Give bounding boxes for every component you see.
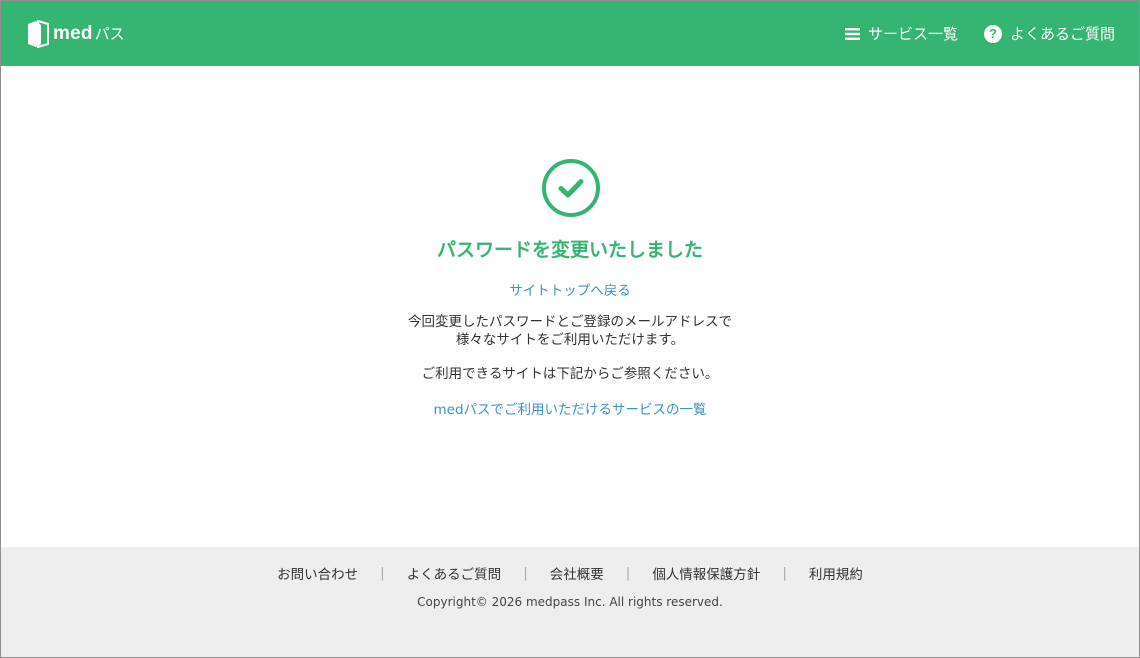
message-paragraph-2: ご利用できるサイトは下記からご参照ください。: [421, 366, 719, 382]
footer-links: お問い合わせ | よくあるご質問 | 会社概要 | 個人情報保護方針 | 利用規…: [1, 563, 1139, 583]
site-header: med パス サービス一覧 ? よくあるご質問: [1, 1, 1139, 66]
footer-link-company[interactable]: 会社概要: [550, 563, 604, 583]
footer-separator: |: [380, 565, 385, 581]
nav-faq-link[interactable]: ? よくあるご質問: [983, 23, 1115, 44]
logo-med-text: med: [53, 22, 93, 44]
message-paragraph-1: 今回変更したパスワードとご登録のメールアドレスで 様々なサイトをご利用いただけま…: [1, 313, 1139, 349]
medpass-logo[interactable]: med パス: [27, 19, 125, 48]
nav-faq-label: よくあるご質問: [1009, 25, 1115, 43]
book-logo-icon: [28, 19, 49, 48]
footer-link-faq[interactable]: よくあるご質問: [407, 563, 502, 583]
nav-services-label: サービス一覧: [867, 25, 958, 43]
footer-separator: |: [625, 565, 631, 581]
nav-services-link[interactable]: サービス一覧: [844, 23, 958, 44]
page: med パス サービス一覧 ? よくあるご質問 パスワードを変更いたしました サ…: [0, 0, 1140, 658]
main-content: パスワードを変更いたしました サイトトップへ戻る 今回変更したパスワードとご登録…: [1, 66, 1139, 547]
site-top-link[interactable]: サイトトップへ戻る: [509, 283, 631, 299]
question-circle-icon: ?: [983, 24, 1002, 43]
footer-link-contact[interactable]: お問い合わせ: [277, 563, 358, 583]
footer-link-privacy[interactable]: 個人情報保護方針: [652, 563, 760, 583]
services-list-link[interactable]: medパスでご利用いただけるサービスの一覧: [433, 402, 706, 418]
page-title: パスワードを変更いたしました: [436, 239, 703, 261]
hamburger-menu-icon: [844, 27, 860, 41]
copyright-text: Copyright© 2026 medpass Inc. All rights …: [417, 595, 723, 609]
logo-pass-text: パス: [94, 25, 125, 43]
message-line-2: 様々なサイトをご利用いただけます。: [455, 332, 685, 348]
footer-separator: |: [782, 565, 787, 581]
message-line-1: 今回変更したパスワードとご登録のメールアドレスで: [408, 314, 732, 330]
check-circle-icon: [542, 159, 600, 217]
footer-separator: |: [523, 565, 528, 581]
header-nav: サービス一覧 ? よくあるご質問: [844, 23, 1115, 44]
footer-link-terms[interactable]: 利用規約: [809, 563, 863, 583]
site-footer: お問い合わせ | よくあるご質問 | 会社概要 | 個人情報保護方針 | 利用規…: [1, 547, 1139, 657]
